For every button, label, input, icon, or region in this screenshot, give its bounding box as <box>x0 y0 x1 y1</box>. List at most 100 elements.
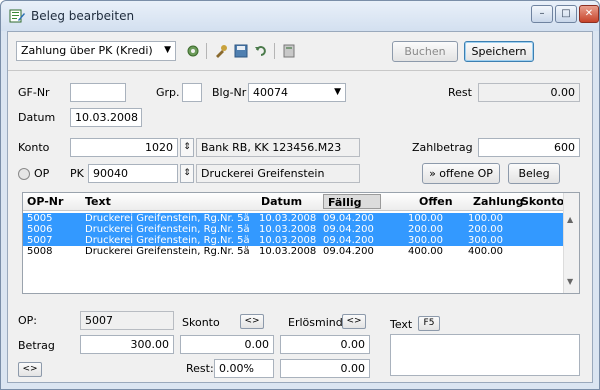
cell-zahlung: 200.00 <box>468 224 503 235</box>
erloesmind-input[interactable]: 0.00 <box>280 335 370 354</box>
pk-name: Druckerei Greifenstein <box>196 164 360 183</box>
cell-text: Druckerei Greifenstein, Rg.Nr. 5ä <box>85 246 250 257</box>
table-row[interactable]: 5005 Druckerei Greifenstein, Rg.Nr. 5ä 10.… <box>23 213 563 224</box>
f5-button[interactable]: F5 <box>418 316 440 331</box>
cell-datum: 10.03.2008 <box>259 213 317 224</box>
skonto-label: Skonto <box>182 316 220 329</box>
konto-spin-icon[interactable]: ⇕ <box>180 138 194 157</box>
buchen-button[interactable]: Buchen <box>392 41 458 62</box>
save-disk-icon[interactable] <box>234 44 248 58</box>
konto-input[interactable]: 1020 <box>70 138 178 157</box>
betrag-swap-button[interactable]: <> <box>18 362 42 377</box>
cell-offen: 300.00 <box>408 235 443 246</box>
zahlbetrag-input[interactable]: 600 <box>478 138 580 157</box>
scroll-up-icon[interactable]: ▲ <box>567 215 573 224</box>
detail-op-value: 5007 <box>80 311 174 330</box>
op-radio[interactable] <box>18 168 30 180</box>
col-header-faellig[interactable]: Fällig <box>323 194 381 209</box>
cell-datum: 10.03.2008 <box>259 246 317 257</box>
settings-icon[interactable] <box>186 44 200 58</box>
table-scrollbar[interactable]: ▲ ▼ <box>563 193 579 293</box>
maximize-button[interactable]: □ <box>555 5 577 23</box>
cell-zahlung: 400.00 <box>468 246 503 257</box>
toolbar-separator <box>206 43 207 59</box>
window-title: Beleg bearbeiten <box>31 9 135 23</box>
dialog-body: Zahlung über PK (Kredi) ▼ Buchen Speiche… <box>7 31 593 383</box>
detail-op-label: OP: <box>18 314 37 327</box>
col-header-op-nr[interactable]: OP-Nr <box>27 195 63 208</box>
konto-name: Bank RB, KK 123456.M23 <box>196 138 360 157</box>
offene-op-button[interactable]: » offene OP <box>422 163 500 184</box>
dialog-window: Beleg bearbeiten – □ ✕ Zahlung über PK (… <box>0 0 600 390</box>
text-input[interactable] <box>390 334 580 376</box>
betrag-label: Betrag <box>18 339 55 352</box>
col-header-zahlung[interactable]: Zahlung <box>473 195 524 208</box>
pk-label: PK <box>70 167 84 180</box>
cell-faellig: 09.04.200 <box>323 224 374 235</box>
cell-offen: 100.00 <box>408 213 443 224</box>
gf-nr-label: GF-Nr <box>18 86 50 99</box>
cell-text: Druckerei Greifenstein, Rg.Nr. 5ä <box>85 235 250 246</box>
undo-icon[interactable] <box>254 44 268 58</box>
scroll-down-icon[interactable]: ▼ <box>567 277 573 286</box>
cell-op-nr: 5007 <box>27 235 53 246</box>
betrag-input[interactable]: 300.00 <box>80 335 174 354</box>
cell-text: Druckerei Greifenstein, Rg.Nr. 5ä <box>85 224 250 235</box>
cell-offen: 200.00 <box>408 224 443 235</box>
datum-label: Datum <box>18 111 56 124</box>
rest-value: 0.00 <box>478 83 580 102</box>
rest-pct-input[interactable]: 0.00% <box>214 359 274 378</box>
cell-datum: 10.03.2008 <box>259 224 317 235</box>
cell-op-nr: 5006 <box>27 224 53 235</box>
cell-zahlung: 300.00 <box>468 235 503 246</box>
document-edit-icon <box>9 9 25 23</box>
datum-input[interactable]: 10.03.2008 <box>70 108 142 127</box>
blg-nr-value: 40074 <box>253 86 288 99</box>
konto-label: Konto <box>18 141 50 154</box>
col-header-skonto[interactable]: Skonto <box>521 195 564 208</box>
op-table: OP-Nr Text Datum Fällig Offen Zahlung Sk… <box>22 192 580 294</box>
close-button[interactable]: ✕ <box>579 5 599 23</box>
rest-pct-label: Rest: <box>186 362 214 375</box>
rest-label: Rest <box>448 86 472 99</box>
chevron-down-icon: ▼ <box>164 45 171 55</box>
col-header-offen[interactable]: Offen <box>419 195 453 208</box>
cell-faellig: 09.04.200 <box>323 213 374 224</box>
toolbar-separator <box>274 43 275 59</box>
title-bar: Beleg bearbeiten – □ ✕ <box>1 1 599 31</box>
cell-op-nr: 5005 <box>27 213 53 224</box>
chevron-down-icon: ▼ <box>334 87 341 97</box>
table-header: OP-Nr Text Datum Fällig Offen Zahlung Sk… <box>23 193 564 211</box>
skonto-input[interactable]: 0.00 <box>180 335 274 354</box>
grp-label: Grp. <box>156 86 180 99</box>
cell-text: Druckerei Greifenstein, Rg.Nr. 5ä <box>85 213 250 224</box>
table-row[interactable]: 5007 Druckerei Greifenstein, Rg.Nr. 5ä 10.… <box>23 235 563 246</box>
text-label: Text <box>390 318 413 331</box>
blg-nr-label: Blg-Nr <box>212 86 247 99</box>
minimize-button[interactable]: – <box>531 5 553 23</box>
blg-nr-select[interactable]: 40074 ▼ <box>248 83 346 102</box>
tools-icon[interactable] <box>214 44 228 58</box>
payment-type-value: Zahlung über PK (Kredi) <box>21 44 153 57</box>
pk-spin-icon[interactable]: ⇕ <box>180 164 194 183</box>
cell-op-nr: 5008 <box>27 246 53 257</box>
col-header-text[interactable]: Text <box>85 195 111 208</box>
cell-datum: 10.03.2008 <box>259 235 317 246</box>
cell-zahlung: 100.00 <box>468 213 503 224</box>
pk-input[interactable]: 90040 <box>88 164 178 183</box>
grp-input[interactable] <box>182 83 202 102</box>
table-row[interactable]: 5006 Druckerei Greifenstein, Rg.Nr. 5ä 10.… <box>23 224 563 235</box>
erloesmind-swap-button[interactable]: <> <box>342 314 366 329</box>
calculator-icon[interactable] <box>282 44 296 58</box>
cell-offen: 400.00 <box>408 246 443 257</box>
beleg-button[interactable]: Beleg <box>508 163 560 184</box>
skonto-swap-button[interactable]: <> <box>240 314 264 329</box>
col-header-datum[interactable]: Datum <box>261 195 302 208</box>
speichern-button[interactable]: Speichern <box>464 41 534 62</box>
gf-nr-input[interactable] <box>70 83 126 102</box>
zahlbetrag-label: Zahlbetrag <box>412 141 473 154</box>
payment-type-select[interactable]: Zahlung über PK (Kredi) ▼ <box>16 41 176 61</box>
erloesmind-label: Erlösmind. <box>288 316 347 329</box>
table-row[interactable]: 5008 Druckerei Greifenstein, Rg.Nr. 5ä 10.… <box>23 246 563 257</box>
rest-value-field: 0.00 <box>280 359 370 378</box>
